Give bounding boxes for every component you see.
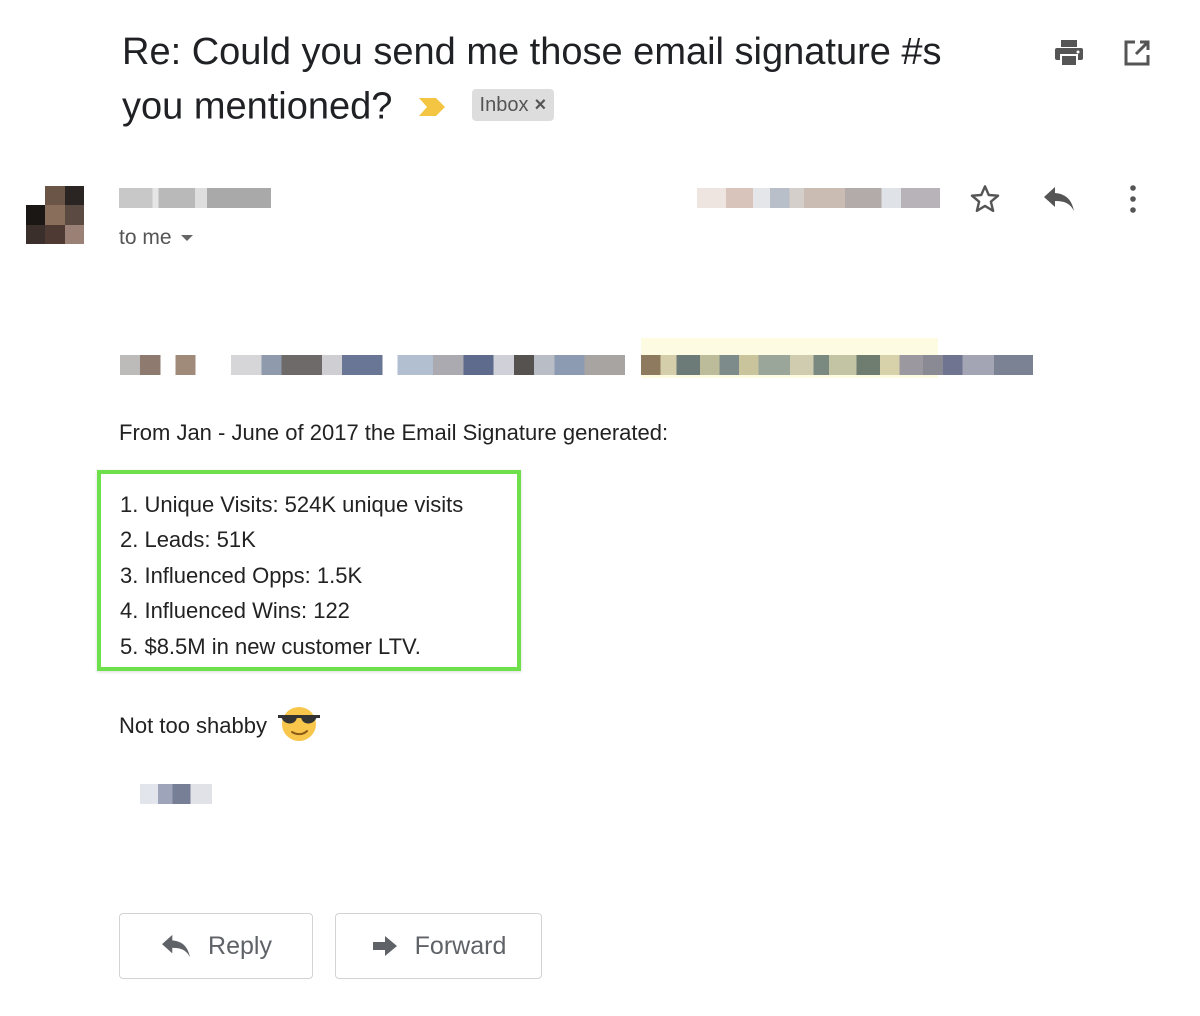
open-in-new-window-icon[interactable] (1120, 36, 1154, 70)
message-toolbar (1052, 36, 1154, 70)
reply-button[interactable]: Reply (119, 913, 313, 979)
list-item: 5. $8.5M in new customer LTV. (120, 633, 421, 659)
redacted-signature (140, 784, 212, 804)
list-item: 4. Influenced Wins: 122 (120, 598, 350, 624)
smiling-face-with-sunglasses-icon (275, 703, 323, 749)
forward-button-label: Forward (414, 931, 507, 960)
label-chip-inbox[interactable]: Inbox × (471, 88, 555, 121)
star-icon[interactable] (968, 182, 1002, 216)
reply-arrow-icon (162, 934, 190, 958)
forward-button[interactable]: Forward (335, 913, 542, 979)
reply-button-label: Reply (208, 931, 272, 960)
redacted-date (697, 188, 940, 208)
remove-label-icon[interactable]: × (534, 94, 546, 116)
recipient-details-toggle[interactable]: to me (119, 226, 194, 250)
chevron-down-icon (180, 235, 193, 241)
more-options-icon[interactable] (1116, 182, 1150, 216)
email-closing-text: Not too shabby (119, 713, 267, 738)
email-subject: Re: Could you send me those email signat… (122, 26, 1002, 138)
list-item: 2. Leads: 51K (120, 527, 256, 553)
highlighted-stats-box: 1. Unique Visits: 524K unique visits 2. … (97, 470, 521, 671)
sender-avatar[interactable] (26, 186, 84, 244)
email-closing-line: Not too shabby (119, 703, 323, 749)
redacted-greeting-highlighted (641, 355, 1033, 375)
recipient-label: to me (119, 226, 172, 249)
list-item: 1. Unique Visits: 524K unique visits (120, 492, 464, 517)
stats-list: 1. Unique Visits: 524K unique visits 2. … (120, 487, 463, 664)
forward-arrow-icon (372, 936, 397, 956)
list-item: 3. Influenced Opps: 1.5K (120, 562, 363, 588)
importance-marker-icon[interactable] (417, 79, 447, 132)
redacted-sender-name (119, 188, 271, 208)
label-chip-text: Inbox (479, 93, 529, 116)
email-intro: From Jan - June of 2017 the Email Signat… (119, 420, 669, 445)
message-actions (968, 182, 1150, 216)
reply-icon[interactable] (1042, 182, 1076, 216)
print-icon[interactable] (1052, 36, 1086, 70)
redacted-greeting (120, 355, 625, 375)
